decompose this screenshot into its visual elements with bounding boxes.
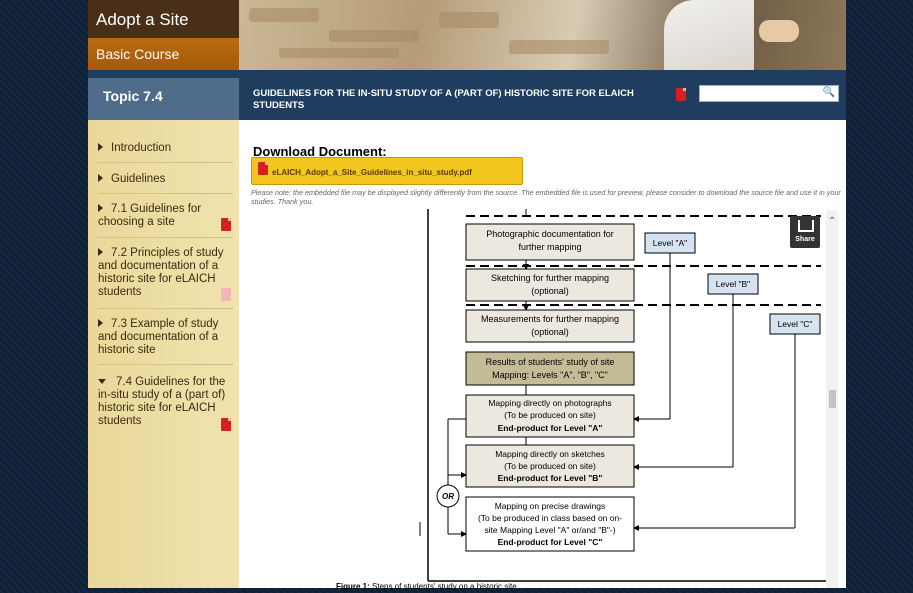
course-label[interactable]: Basic Course xyxy=(96,46,179,62)
svg-text:Mapping: Levels "A", "B", "C": Mapping: Levels "A", "B", "C" xyxy=(492,370,608,380)
svg-text:(optional): (optional) xyxy=(531,286,569,296)
pdf-viewer[interactable]: Photographic documentation for further m… xyxy=(336,209,831,588)
sidebar-item-label: Introduction xyxy=(111,142,172,154)
topic-label: Topic 7.4 xyxy=(103,88,163,104)
svg-text:Level "B": Level "B" xyxy=(716,279,750,289)
sidebar-item-7-2[interactable]: 7.2 Principles of study and documentatio… xyxy=(98,247,236,299)
svg-text:Level "A": Level "A" xyxy=(653,238,687,248)
sidebar-item-label: 7.4 Guidelines for the in-situ study of … xyxy=(98,376,226,427)
sidebar: Introduction Guidelines 7.1 Guidelines f… xyxy=(88,120,239,588)
chevron-down-icon xyxy=(98,379,106,385)
svg-text:Sketching for further mapping: Sketching for further mapping xyxy=(491,273,609,283)
chevron-right-icon xyxy=(98,174,103,182)
sidebar-item-label: 7.1 Guidelines for choosing a site xyxy=(98,203,202,228)
sidebar-item-guidelines[interactable]: Guidelines xyxy=(98,173,233,186)
svg-text:Measurements for further mappi: Measurements for further mapping xyxy=(481,314,619,324)
svg-text:Mapping on precise drawings: Mapping on precise drawings xyxy=(495,501,606,511)
svg-text:further mapping: further mapping xyxy=(518,242,581,252)
share-label: Share xyxy=(795,236,815,243)
sidebar-item-introduction[interactable]: Introduction xyxy=(98,142,233,155)
svg-text:End-product for Level "A": End-product for Level "A" xyxy=(498,423,603,433)
search-icon[interactable]: 🔍 xyxy=(823,87,835,98)
pdf-icon xyxy=(258,162,268,175)
sidebar-item-label: Guidelines xyxy=(111,173,166,185)
hero-banner-image xyxy=(239,0,846,70)
pdf-icon[interactable] xyxy=(221,288,231,301)
flowchart-diagram: Photographic documentation for further m… xyxy=(419,209,831,582)
chevron-right-icon xyxy=(98,204,103,212)
scroll-up-icon[interactable]: ⌃ xyxy=(828,216,836,227)
topic-tab: Topic 7.4 xyxy=(88,78,239,120)
document-title: GUIDELINES FOR THE IN-SITU STUDY OF A (P… xyxy=(253,88,634,111)
course-header[interactable]: Basic Course xyxy=(88,38,239,70)
sidebar-item-label: 7.3 Example of study and documentation o… xyxy=(98,318,219,356)
site-title[interactable]: Adopt a Site xyxy=(96,10,189,30)
download-file-name[interactable]: eLAICH_Adopt_a_Site_Guidelines_in_situ_s… xyxy=(272,168,472,177)
svg-text:Level "C": Level "C" xyxy=(778,319,813,329)
divider xyxy=(98,237,233,238)
pdf-icon[interactable] xyxy=(221,418,231,431)
svg-text:OR: OR xyxy=(442,492,454,501)
share-icon xyxy=(798,220,814,232)
chevron-right-icon xyxy=(98,143,103,151)
divider xyxy=(98,162,233,163)
svg-text:Photographic documentation for: Photographic documentation for xyxy=(486,229,614,239)
page: Adopt a Site Basic Course Topic 7.4 GUID… xyxy=(88,0,846,591)
sidebar-item-7-1[interactable]: 7.1 Guidelines for choosing a site xyxy=(98,203,218,229)
svg-text:Results of students' study of: Results of students' study of site xyxy=(486,357,615,367)
share-button[interactable]: Share xyxy=(790,216,820,248)
pdf-download-icon[interactable] xyxy=(676,88,686,101)
svg-text:Mapping directly on photograph: Mapping directly on photographs xyxy=(488,398,611,408)
sidebar-item-label: 7.2 Principles of study and documentatio… xyxy=(98,247,224,298)
svg-text:End-product for Level "C": End-product for Level "C" xyxy=(498,537,603,547)
scrollbar-thumb[interactable] xyxy=(829,390,836,408)
divider xyxy=(98,364,233,365)
svg-text:(optional): (optional) xyxy=(531,327,569,337)
sidebar-item-7-3[interactable]: 7.3 Example of study and documentation o… xyxy=(98,318,236,357)
site-brand[interactable]: Adopt a Site xyxy=(88,0,239,38)
sidebar-item-7-4-active[interactable]: 7.4 Guidelines for the in-situ study of … xyxy=(98,376,236,428)
search-box[interactable]: 🔍 xyxy=(699,85,839,102)
pdf-icon[interactable] xyxy=(221,218,231,231)
svg-text:Mapping directly on sketches: Mapping directly on sketches xyxy=(495,449,605,459)
caption-text: Steps of students' study on a historic s… xyxy=(369,582,517,591)
divider xyxy=(98,193,233,194)
svg-text:(To be produced on site): (To be produced on site) xyxy=(504,410,596,420)
svg-text:site Mapping Level "A" or/and: site Mapping Level "A" or/and "B"-) xyxy=(484,525,615,535)
main-content: Download Document: eLAICH_Adopt_a_Site_G… xyxy=(239,120,846,591)
svg-text:(To be produced on site): (To be produced on site) xyxy=(504,461,596,471)
chevron-right-icon xyxy=(98,319,103,327)
search-input[interactable] xyxy=(700,86,824,101)
download-button[interactable]: eLAICH_Adopt_a_Site_Guidelines_in_situ_s… xyxy=(251,157,523,185)
chevron-right-icon xyxy=(98,248,103,256)
svg-text:End-product for Level "B": End-product for Level "B" xyxy=(498,473,603,483)
divider xyxy=(98,308,233,309)
figure-caption: Figure 1: Steps of students' study on a … xyxy=(336,582,517,591)
caption-bold: Figure 1: xyxy=(336,582,370,591)
svg-text:(To be produced in class based: (To be produced in class based on on- xyxy=(478,513,622,523)
embed-note: Please note: the embedded file may be di… xyxy=(251,188,841,206)
